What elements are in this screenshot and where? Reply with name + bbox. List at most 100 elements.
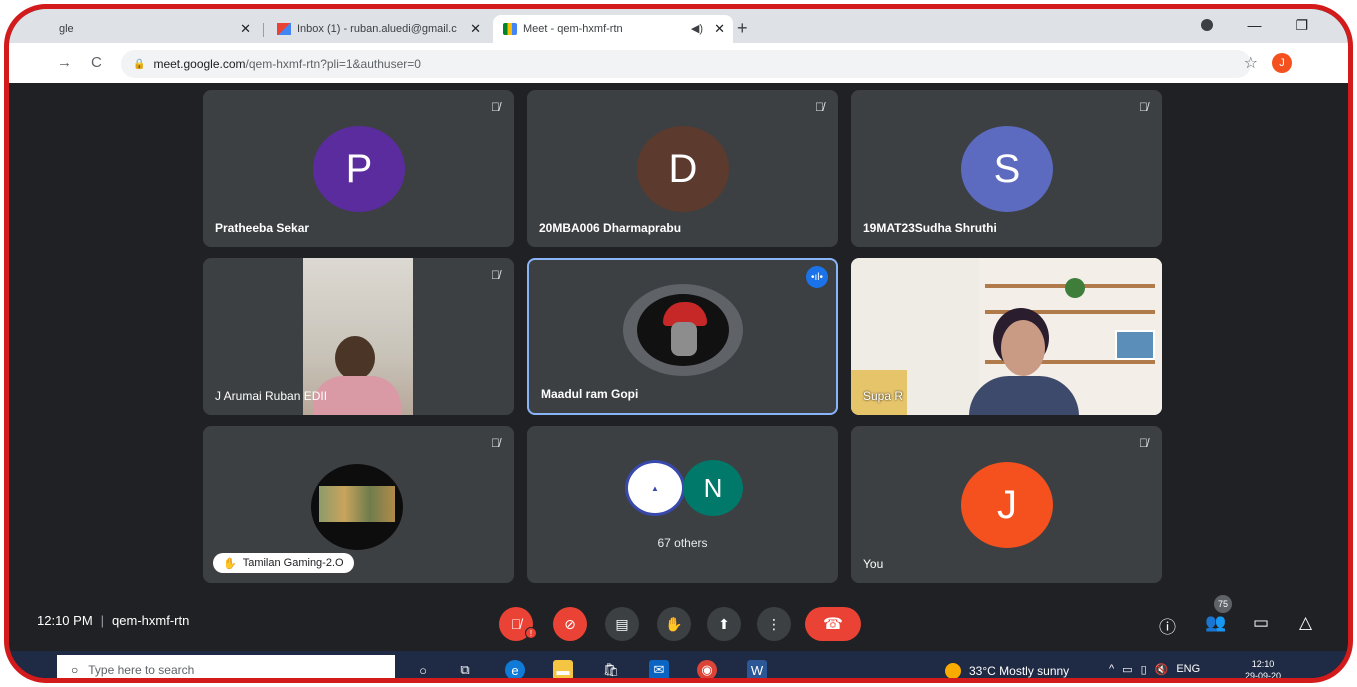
weather-widget[interactable]: 33°C Mostly sunny — [945, 663, 1070, 678]
record-icon[interactable] — [1201, 19, 1214, 31]
participant-tile-you[interactable]: 🎙̸ J You — [851, 426, 1162, 583]
activities-icon[interactable]: △ — [1299, 613, 1312, 633]
avatar-art — [319, 486, 395, 522]
participant-name: You — [863, 557, 884, 571]
participant-name: Pratheeba Sekar — [215, 221, 310, 235]
chat-icon[interactable]: ▭ — [1253, 613, 1269, 633]
mic-off-icon: 🎙̸ — [491, 268, 500, 282]
forward-icon[interactable]: → — [57, 54, 72, 71]
browser-toolbar: → C 🔒 meet.google.com/qem-hxmf-rtn?pli=1… — [9, 43, 1348, 83]
tab-google[interactable]: gle ✕ — [49, 15, 259, 43]
avatar: P — [313, 126, 405, 212]
people-icon[interactable]: 👥 — [1205, 613, 1226, 633]
avatar-gaming — [311, 464, 403, 550]
people-count-badge: 75 — [1214, 595, 1232, 613]
participant-tile-tamilan-gaming[interactable]: 🎙̸ ✋ Tamilan Gaming-2.O — [203, 426, 514, 583]
meeting-details-icon[interactable]: ⓘ — [1159, 613, 1176, 638]
weather-text: 33°C Mostly sunny — [969, 664, 1070, 678]
participant-name: Maadul ram Gopi — [541, 387, 639, 401]
meet-control-bar: 12:10 PM | qem-hxmf-rtn 🎙̸ ! ⊘ ▤ ✋ ⬆ ⋮ ☎ ⓘ… — [9, 595, 1348, 647]
participant-tile-maadul-ram-gopi[interactable]: •ıl• Maadul ram Gopi — [527, 258, 838, 415]
hand-icon: ✋ — [223, 557, 237, 570]
windows-taskbar: ○ Type here to search ○ ⧉ e ▬ 🛍 ✉ ◉ W 33… — [9, 651, 1348, 678]
mic-off-icon: 🎙̸ — [1139, 436, 1148, 450]
taskbar-search[interactable]: ○ Type here to search — [57, 655, 395, 678]
participant-tile-sudha-shruthi[interactable]: 🎙̸ S 19MAT23Sudha Shruthi — [851, 90, 1162, 247]
more-vert-icon: ⋮ — [767, 615, 781, 632]
mic-off-icon: 🎙̸ — [1139, 100, 1148, 114]
volume-mute-icon[interactable]: 🔇 — [1155, 663, 1169, 676]
meeting-info: 12:10 PM | qem-hxmf-rtn — [37, 613, 190, 628]
close-icon[interactable]: ✕ — [470, 21, 481, 37]
participant-tile-dharmaprabu[interactable]: 🎙̸ D 20MBA006 Dharmaprabu — [527, 90, 838, 247]
avatar: N — [683, 460, 743, 516]
profile-avatar[interactable]: J — [1272, 53, 1292, 73]
meet-icon — [503, 23, 517, 35]
captions-icon: ▤ — [615, 615, 629, 632]
chevron-up-icon[interactable]: ^ — [1109, 663, 1114, 676]
participant-tile-pratheeba[interactable]: 🎙̸ P Pratheeba Sekar — [203, 90, 514, 247]
minimize-icon[interactable]: — — [1247, 17, 1261, 34]
language-indicator[interactable]: ENG — [1176, 663, 1200, 676]
hang-up-icon: ☎ — [823, 616, 843, 633]
lock-icon: 🔒 — [133, 58, 146, 70]
taskbar-clock[interactable]: 12:10 29-09-20 — [1245, 658, 1281, 678]
participant-name: Supa R — [863, 389, 904, 403]
mic-off-icon: 🎙̸ — [491, 100, 500, 114]
tab-gmail-label: Inbox (1) - ruban.aluedi@gmail.c — [297, 23, 457, 35]
store-icon[interactable]: 🛍 — [601, 660, 621, 678]
url-text: meet.google.com/qem-hxmf-rtn?pli=1&authu… — [153, 57, 421, 71]
hand-icon: ✋ — [665, 615, 683, 632]
mic-warning-badge: ! — [525, 627, 537, 639]
tab-meet-label: Meet - qem-hxmf-rtn — [523, 23, 623, 35]
close-icon[interactable]: ✕ — [714, 21, 725, 37]
captions-button[interactable]: ▤ — [605, 607, 639, 641]
others-count: 67 others — [657, 536, 708, 550]
mic-off-icon: 🎙̸ — [815, 100, 824, 114]
participant-tile-arumai-ruban[interactable]: 🎙̸ J Arumai Ruban EDII — [203, 258, 514, 415]
participant-name: 19MAT23Sudha Shruthi — [863, 221, 997, 235]
camera-off-icon: ⊘ — [564, 615, 576, 632]
address-bar[interactable]: 🔒 meet.google.com/qem-hxmf-rtn?pli=1&aut… — [121, 50, 1251, 78]
end-call-button[interactable]: ☎ — [805, 607, 861, 641]
task-view-icon[interactable]: ⧉ — [455, 660, 475, 678]
bookmark-star-icon[interactable]: ☆ — [1244, 53, 1258, 73]
tab-meet[interactable]: Meet - qem-hxmf-rtn ◀) ✕ — [493, 15, 733, 43]
present-button[interactable]: ⬆ — [707, 607, 741, 641]
new-tab-button[interactable]: + — [737, 18, 748, 39]
battery-icon[interactable]: ▯ — [1141, 663, 1147, 676]
close-icon[interactable]: ✕ — [240, 21, 251, 37]
sun-icon — [945, 663, 961, 678]
participant-tile-supa[interactable]: Supa R — [851, 258, 1162, 415]
tab-google-label: gle — [59, 23, 74, 35]
chrome-icon[interactable]: ◉ — [697, 660, 717, 678]
cortana-icon[interactable]: ○ — [413, 660, 433, 678]
gmail-icon — [277, 23, 291, 35]
person-face — [1001, 320, 1045, 376]
window-controls: — ❐ — [1201, 17, 1308, 34]
meeting-time: 12:10 PM — [37, 613, 93, 628]
raise-hand-button[interactable]: ✋ — [657, 607, 691, 641]
restore-icon[interactable]: ❐ — [1295, 17, 1308, 34]
more-options-button[interactable]: ⋮ — [757, 607, 791, 641]
plant — [1065, 278, 1085, 298]
word-icon[interactable]: W — [747, 660, 767, 678]
camera-toggle-button[interactable]: ⊘ — [553, 607, 587, 641]
network-icon[interactable]: ▭ — [1122, 663, 1132, 676]
tab-gmail-inbox[interactable]: Inbox (1) - ruban.aluedi@gmail.c ✕ — [267, 15, 489, 43]
avatar: J — [961, 462, 1053, 548]
file-explorer-icon[interactable]: ▬ — [553, 660, 573, 678]
meeting-code: qem-hxmf-rtn — [112, 613, 190, 628]
reload-icon[interactable]: C — [91, 54, 102, 71]
search-icon: ○ — [71, 663, 79, 677]
painting — [1115, 330, 1155, 360]
edge-icon[interactable]: e — [505, 660, 525, 678]
participant-tile-others[interactable]: ▲ N 67 others — [527, 426, 838, 583]
search-placeholder: Type here to search — [88, 663, 195, 677]
avatar: D — [637, 126, 729, 212]
speaking-indicator-icon: •ıl• — [806, 266, 828, 288]
taskbar-time: 12:10 — [1251, 659, 1275, 669]
avatar-college-logo: ▲ — [625, 460, 685, 516]
mic-off-icon: 🎙̸ — [491, 436, 500, 450]
mail-icon[interactable]: ✉ — [649, 660, 669, 678]
